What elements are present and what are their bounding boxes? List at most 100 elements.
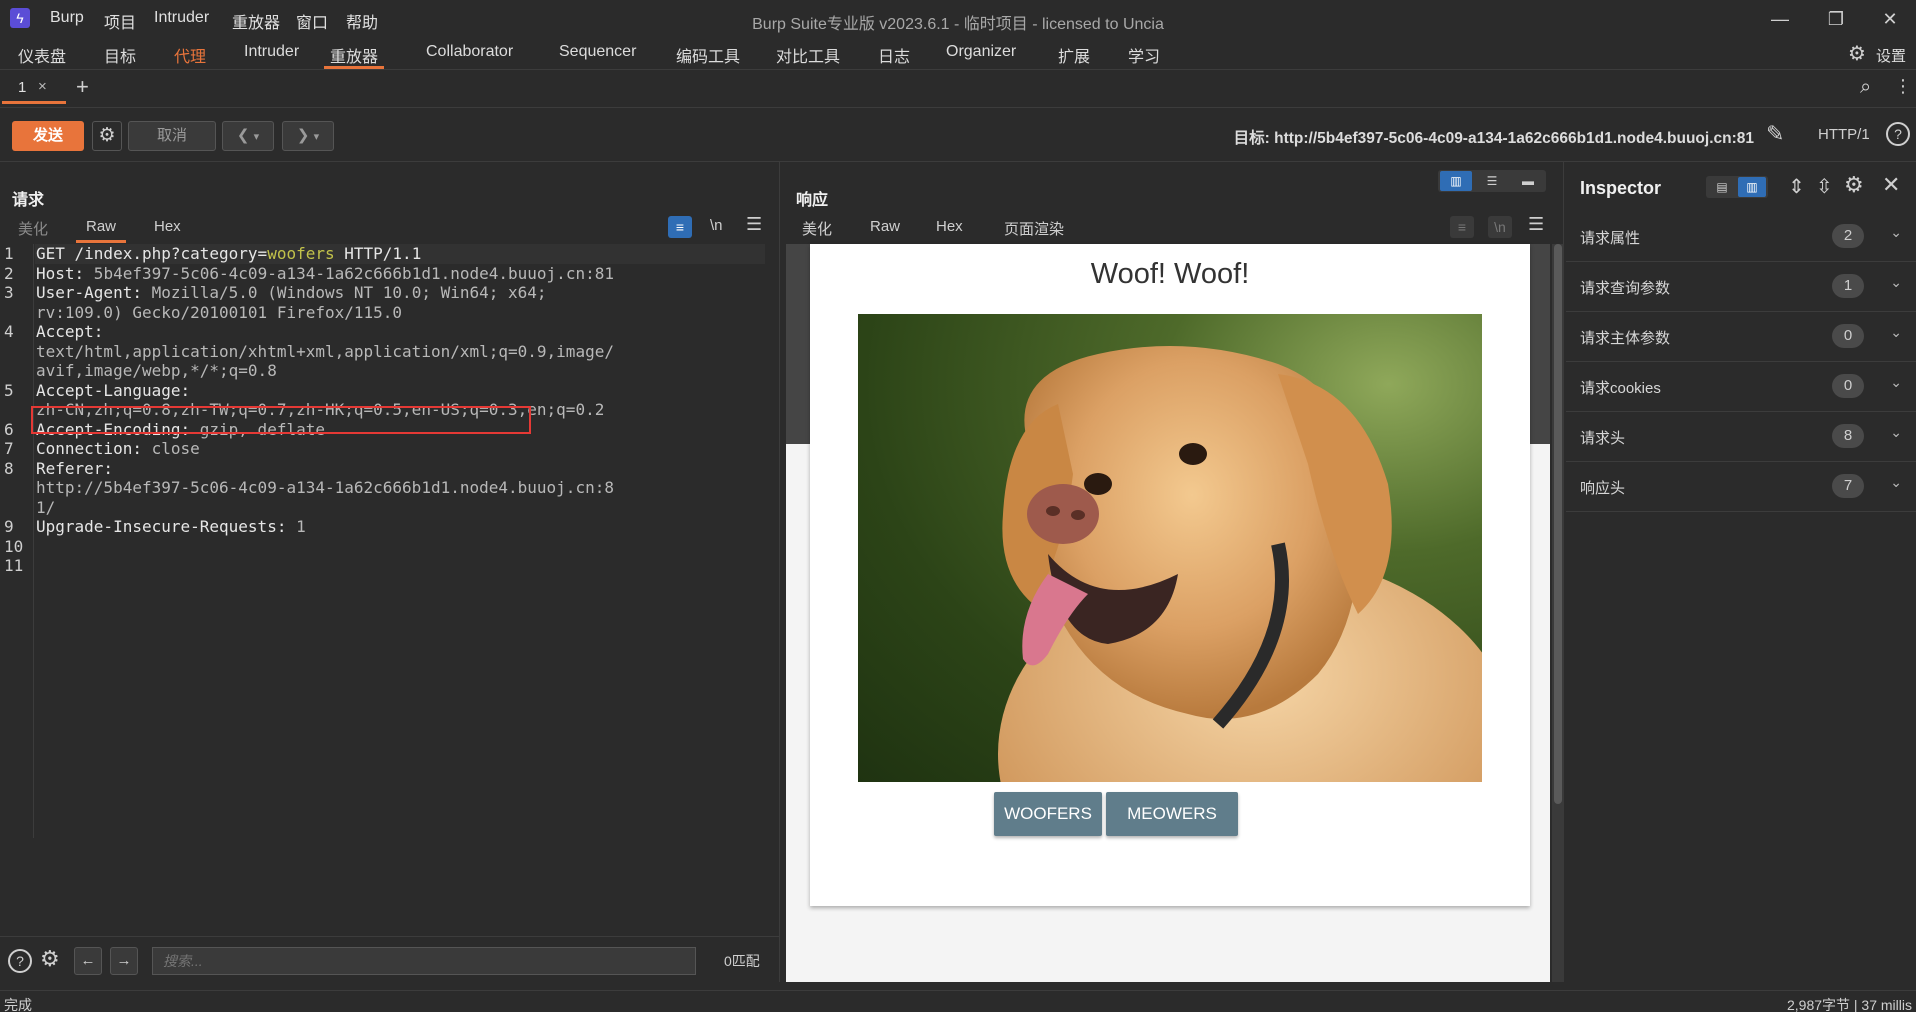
inspector-row-request-headers[interactable]: 请求头 8 ⌄: [1566, 412, 1916, 462]
header-value: Mozilla/5.0 (Windows NT 10.0; Win64; x64…: [141, 283, 547, 302]
collapse-all-icon[interactable]: ⇳: [1816, 174, 1833, 199]
woofers-button[interactable]: WOOFERS: [994, 792, 1102, 836]
line-number: 3: [4, 283, 14, 302]
response-tab-render[interactable]: 页面渲染: [986, 218, 1083, 247]
settings-label[interactable]: 设置: [1876, 45, 1906, 66]
send-settings-gear-icon[interactable]: ⚙: [92, 121, 122, 151]
request-panel: 请求 美化 Raw Hex ≡ \n ☰ 1 2 3 4 5 6 7 8 9 10 11 GET /…: [0, 162, 780, 982]
inspector-expand-icon[interactable]: ▥: [1738, 177, 1766, 197]
nav-tab-collaborator[interactable]: Collaborator: [420, 43, 519, 69]
nav-tab-logger[interactable]: 日志: [872, 43, 916, 69]
inspector-row-count: 0: [1832, 374, 1864, 398]
restore-icon[interactable]: ❐: [1822, 6, 1850, 32]
layout-top-bottom-icon[interactable]: ☰: [1476, 171, 1508, 191]
response-menu-icon[interactable]: ☰: [1528, 214, 1544, 235]
word-wrap-icon[interactable]: ≡: [668, 216, 692, 238]
meowers-button[interactable]: MEOWERS: [1106, 792, 1238, 836]
search-icon[interactable]: ⌕: [1860, 76, 1871, 99]
more-vertical-icon[interactable]: ⋮: [1894, 76, 1912, 97]
inspector-row-count: 8: [1832, 424, 1864, 448]
header-value-continuation: 1/: [36, 497, 56, 517]
layout-side-by-side-icon[interactable]: ▥: [1440, 171, 1472, 191]
dog-illustration: [998, 346, 1482, 782]
inspector-collapse-icon[interactable]: ▤: [1708, 177, 1736, 197]
inspector-row-request-attributes[interactable]: 请求属性 2 ⌄: [1566, 212, 1916, 262]
layout-tabs-icon[interactable]: ▬: [1512, 171, 1544, 191]
show-newlines-toggle[interactable]: \n: [710, 217, 723, 234]
inspector-layout-toggle: ▤ ▥: [1706, 176, 1768, 198]
request-tab-hex[interactable]: Hex: [154, 218, 181, 235]
nav-tab-intruder[interactable]: Intruder: [238, 43, 305, 69]
nav-tab-learn[interactable]: 学习: [1122, 43, 1166, 69]
line-number: 1: [4, 244, 14, 263]
menu-window[interactable]: 窗口: [296, 9, 328, 33]
inspector-close-icon[interactable]: ✕: [1882, 172, 1900, 198]
tab-close-icon[interactable]: ×: [38, 78, 47, 95]
line-number: 4: [4, 322, 14, 341]
add-tab-icon[interactable]: +: [76, 74, 89, 100]
request-editor[interactable]: 1 2 3 4 5 6 7 8 9 10 11 GET /index.php?category=wo…: [0, 244, 780, 838]
prev-match-arrow-icon[interactable]: ←: [74, 947, 102, 975]
response-tab-hex[interactable]: Hex: [936, 218, 963, 235]
response-tab-pretty[interactable]: 美化: [802, 218, 832, 239]
menu-project[interactable]: 项目: [104, 9, 136, 33]
request-menu-icon[interactable]: ☰: [746, 214, 762, 235]
menu-burp[interactable]: Burp: [50, 9, 84, 27]
help-icon[interactable]: ?: [8, 949, 32, 973]
response-tab-raw[interactable]: Raw: [870, 218, 900, 235]
response-stats: 2,987字节 | 37 millis: [1786, 997, 1912, 1012]
menu-help[interactable]: 帮助: [346, 9, 378, 33]
protocol-version: HTTP/1.1: [334, 244, 422, 263]
word-wrap-icon[interactable]: ≡: [1450, 216, 1474, 238]
request-search-input[interactable]: [152, 947, 696, 975]
inspector-row-body-params[interactable]: 请求主体参数 0 ⌄: [1566, 312, 1916, 362]
request-tab-pretty[interactable]: 美化: [18, 218, 48, 239]
inspector-settings-gear-icon[interactable]: ⚙: [1844, 172, 1864, 198]
inspector-row-label: 请求属性: [1580, 230, 1641, 247]
header-name: Connection:: [36, 439, 142, 458]
inspector-row-cookies[interactable]: 请求cookies 0 ⌄: [1566, 362, 1916, 412]
render-scrollbar[interactable]: [1552, 244, 1564, 982]
menu-intruder[interactable]: Intruder: [154, 9, 209, 27]
back-button[interactable]: ❮ ▾: [222, 121, 274, 151]
nav-tab-extensions[interactable]: 扩展: [1052, 43, 1096, 69]
request-tab-raw[interactable]: Raw: [76, 218, 127, 243]
expand-all-icon[interactable]: ⇕: [1788, 174, 1805, 199]
request-title: 请求: [12, 192, 45, 209]
inspector-row-response-headers[interactable]: 响应头 7 ⌄: [1566, 462, 1916, 512]
line-number: 8: [4, 458, 14, 478]
line-number: 9: [4, 517, 14, 536]
settings-gear-icon[interactable]: ⚙: [1848, 41, 1866, 66]
request-line-highlight-box: [31, 406, 531, 434]
nav-tab-comparer[interactable]: 对比工具: [770, 43, 846, 69]
inspector-row-query-params[interactable]: 请求查询参数 1 ⌄: [1566, 262, 1916, 312]
line-number: 7: [4, 439, 14, 458]
nav-tab-sequencer[interactable]: Sequencer: [553, 43, 642, 69]
line-number: 5: [4, 380, 14, 400]
nav-tab-repeater[interactable]: 重放器: [324, 43, 385, 69]
next-match-arrow-icon[interactable]: →: [110, 947, 138, 975]
line-number: 2: [4, 263, 14, 283]
edit-target-pencil-icon[interactable]: ✎: [1766, 121, 1784, 147]
send-button[interactable]: 发送: [12, 121, 84, 151]
minimize-icon[interactable]: —: [1766, 6, 1794, 32]
nav-tab-proxy[interactable]: 代理: [168, 43, 212, 69]
nav-tab-dashboard[interactable]: 仪表盘: [12, 43, 72, 69]
target-label: 目标: http://5b4ef397-5c06-4c09-a134-1a62c…: [1233, 130, 1754, 147]
menu-repeater[interactable]: 重放器: [232, 9, 280, 33]
cancel-button[interactable]: 取消: [128, 121, 216, 151]
nav-tab-organizer[interactable]: Organizer: [940, 43, 1022, 69]
nav-tab-target[interactable]: 目标: [98, 43, 142, 69]
help-icon[interactable]: ?: [1886, 122, 1910, 146]
render-scrollbar-thumb[interactable]: [1554, 244, 1562, 804]
show-newlines-toggle[interactable]: \n: [1488, 216, 1512, 238]
nav-tab-decoder[interactable]: 编码工具: [670, 43, 746, 69]
close-window-icon[interactable]: ✕: [1876, 6, 1904, 32]
search-settings-gear-icon[interactable]: ⚙: [40, 946, 60, 972]
protocol-label[interactable]: HTTP/1: [1818, 126, 1870, 143]
repeater-toolbar: 发送 ⚙ 取消 ❮ ▾ ❯ ▾ 目标: http://5b4ef397-5c06…: [0, 108, 1916, 162]
forward-button[interactable]: ❯ ▾: [282, 121, 334, 151]
header-value-continuation: text/html,application/xhtml+xml,applicat…: [36, 341, 614, 361]
repeater-tab-1[interactable]: 1 ×: [2, 74, 66, 104]
inspector-row-label: 响应头: [1580, 480, 1626, 497]
